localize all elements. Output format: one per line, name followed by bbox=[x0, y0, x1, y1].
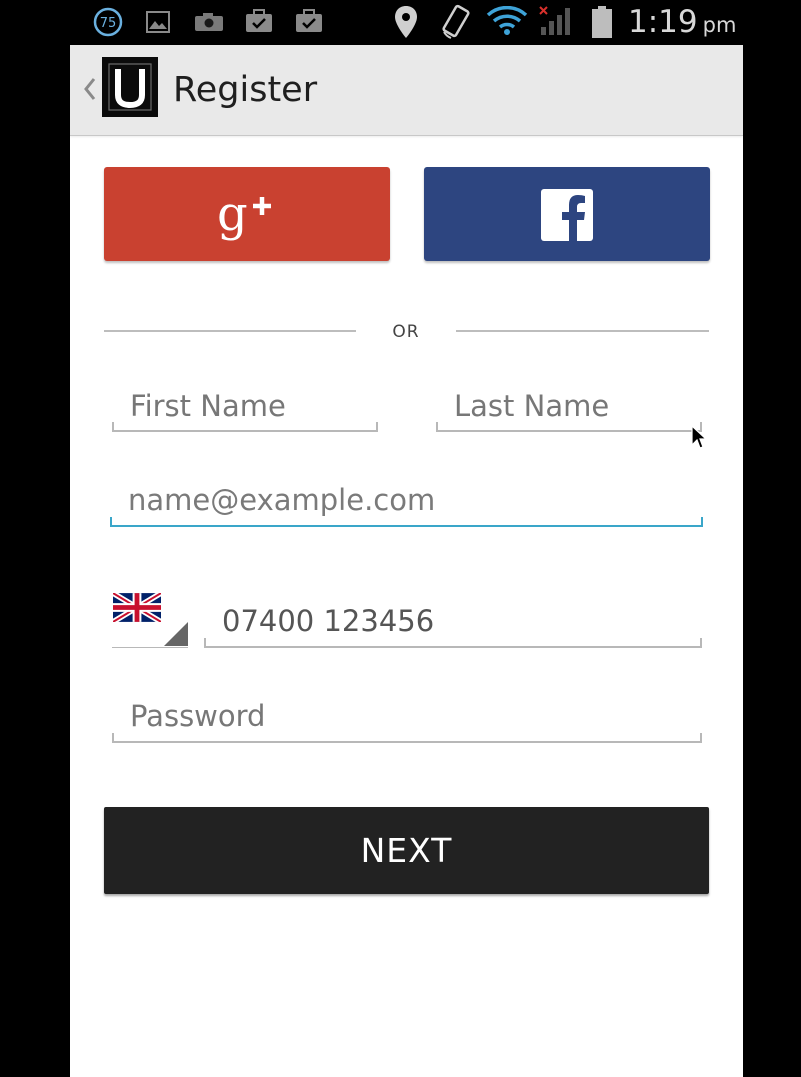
register-screen: Register g OR First Name Last Name name@… bbox=[70, 45, 743, 1077]
phone-number-value: 07400 123456 bbox=[222, 604, 435, 638]
image-icon bbox=[146, 11, 170, 33]
briefcase-check-icon bbox=[296, 9, 322, 32]
facebook-signin-button[interactable] bbox=[424, 167, 710, 261]
phone-number-underline bbox=[204, 638, 702, 648]
location-pin-icon bbox=[395, 6, 417, 38]
svg-text:g: g bbox=[217, 186, 248, 242]
clock-ampm: pm bbox=[702, 13, 737, 37]
first-name-underline bbox=[112, 422, 378, 432]
email-input[interactable]: name@example.com bbox=[110, 479, 703, 527]
divider-line-left bbox=[104, 330, 356, 332]
briefcase-check-icon bbox=[246, 9, 272, 32]
chevron-left-icon[interactable] bbox=[78, 71, 100, 107]
password-input[interactable]: Password bbox=[112, 695, 702, 743]
first-name-placeholder: First Name bbox=[130, 389, 286, 423]
password-underline bbox=[112, 733, 702, 743]
screen-rotation-icon bbox=[442, 4, 470, 39]
facebook-icon bbox=[541, 189, 593, 241]
last-name-underline bbox=[436, 422, 702, 432]
signal-no-data-icon bbox=[539, 6, 570, 35]
phone-number-input[interactable]: 07400 123456 bbox=[204, 600, 702, 648]
last-name-placeholder: Last Name bbox=[454, 389, 610, 423]
dropdown-caret-icon bbox=[164, 622, 188, 646]
email-underline-focused bbox=[110, 517, 703, 527]
divider-or-label: OR bbox=[392, 322, 420, 342]
password-placeholder: Password bbox=[130, 699, 266, 733]
clock-time: 1:19 bbox=[628, 4, 698, 40]
notification-badge-text: 75 bbox=[100, 16, 117, 31]
battery-icon bbox=[592, 6, 612, 38]
last-name-input[interactable]: Last Name bbox=[436, 385, 702, 432]
email-placeholder: name@example.com bbox=[128, 483, 436, 517]
notification-count-icon: 75 bbox=[93, 7, 123, 37]
uber-logo-icon[interactable] bbox=[102, 57, 158, 117]
country-selector-underline bbox=[112, 647, 188, 648]
mouse-pointer-icon bbox=[691, 425, 707, 449]
clock: 1:19 pm bbox=[628, 2, 736, 45]
wifi-icon bbox=[486, 6, 528, 35]
camera-icon bbox=[195, 13, 223, 31]
status-bar: 75 1:19 pm bbox=[0, 0, 801, 45]
uk-flag-icon bbox=[113, 593, 161, 622]
next-button[interactable]: NEXT bbox=[104, 807, 709, 894]
country-code-selector[interactable] bbox=[112, 593, 188, 648]
google-plus-signin-button[interactable]: g bbox=[104, 167, 390, 261]
page-title: Register bbox=[173, 70, 318, 110]
google-plus-icon: g bbox=[217, 186, 271, 242]
action-bar: Register bbox=[70, 45, 743, 136]
divider-line-right bbox=[456, 330, 709, 332]
first-name-input[interactable]: First Name bbox=[112, 385, 378, 432]
